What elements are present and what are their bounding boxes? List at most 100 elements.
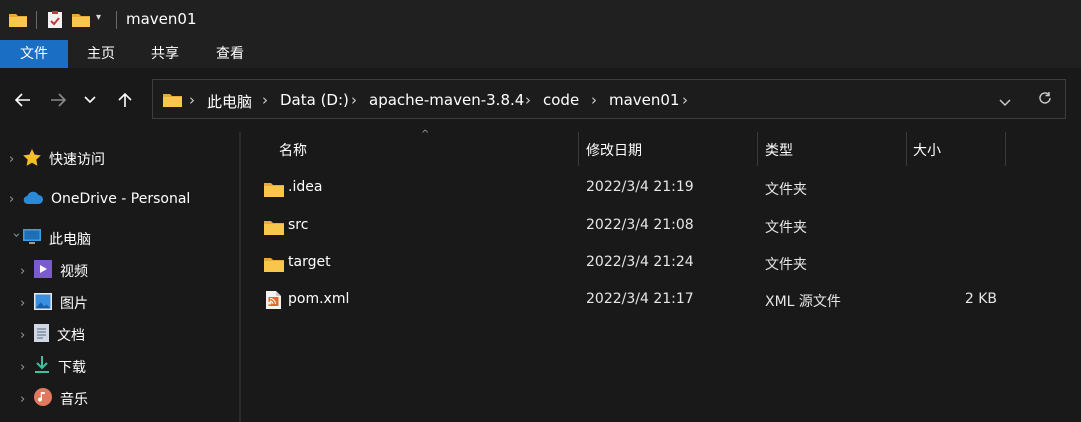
column-header-type[interactable]: 类型 xyxy=(765,140,793,160)
star-icon xyxy=(23,148,41,170)
tab-view[interactable]: 查看 xyxy=(205,40,255,68)
file-name: src xyxy=(288,217,309,233)
sidebar-item-videos[interactable]: › 视频 xyxy=(20,256,88,286)
sidebar-item-documents[interactable]: › 文档 xyxy=(20,320,85,350)
file-row-src[interactable]: src 2022/3/4 21:08 文件夹 xyxy=(241,208,1081,244)
xml-file-icon xyxy=(266,291,281,309)
sidebar-item-pictures[interactable]: › 图片 xyxy=(20,288,88,318)
breadcrumb-separator: › xyxy=(262,91,268,109)
breadcrumb-maven01[interactable]: maven01 xyxy=(609,91,680,109)
breadcrumb-data-drive[interactable]: Data (D:) xyxy=(280,91,349,109)
file-row-target[interactable]: target 2022/3/4 21:24 文件夹 xyxy=(241,245,1081,281)
cloud-icon xyxy=(23,191,43,208)
arrow-left-icon xyxy=(15,93,30,107)
column-header-size[interactable]: 大小 xyxy=(913,140,941,160)
file-type: 文件夹 xyxy=(765,220,807,236)
sidebar-item-music[interactable]: › 音乐 xyxy=(20,384,88,414)
file-row-idea[interactable]: .idea 2022/3/4 21:19 文件夹 xyxy=(241,170,1081,206)
breadcrumb-code[interactable]: code xyxy=(543,91,579,109)
chevron-down-icon xyxy=(84,96,96,104)
properties-icon[interactable] xyxy=(47,11,63,33)
sidebar-item-label: 音乐 xyxy=(60,392,88,408)
up-button[interactable] xyxy=(113,88,137,112)
file-date: 2022/3/4 21:19 xyxy=(586,179,694,195)
refresh-icon xyxy=(1039,92,1051,104)
file-date: 2022/3/4 21:24 xyxy=(586,254,694,270)
chevron-right-icon[interactable]: › xyxy=(20,392,34,407)
chevron-down-icon[interactable]: › xyxy=(9,232,24,246)
column-divider[interactable] xyxy=(578,132,579,166)
folder-icon xyxy=(264,219,284,235)
video-icon xyxy=(34,260,52,282)
new-folder-icon[interactable] xyxy=(72,12,90,31)
document-icon xyxy=(34,324,49,346)
file-name: target xyxy=(288,254,331,270)
breadcrumb-separator: › xyxy=(682,91,688,109)
sidebar-item-label: OneDrive - Personal xyxy=(51,191,191,207)
file-list: ^ 名称 修改日期 类型 大小 .idea 2022/3/4 21:19 文件夹… xyxy=(241,129,1081,422)
window-title: maven01 xyxy=(126,10,197,28)
file-date: 2022/3/4 21:08 xyxy=(586,217,694,233)
chevron-right-icon[interactable]: › xyxy=(20,360,34,375)
file-row-pom[interactable]: pom.xml 2022/3/4 21:17 XML 源文件 2 KB xyxy=(241,282,1081,318)
chevron-down-icon xyxy=(999,99,1011,106)
file-type: 文件夹 xyxy=(765,257,807,273)
address-history-button[interactable] xyxy=(999,95,1011,111)
breadcrumb-separator: › xyxy=(525,91,531,109)
sidebar-item-label: 此电脑 xyxy=(49,232,91,248)
sidebar-item-label: 图片 xyxy=(60,296,88,312)
forward-button[interactable] xyxy=(46,88,70,112)
customize-toolbar-icon[interactable]: ▾ xyxy=(96,12,101,23)
toolbar-divider xyxy=(116,11,117,29)
breadcrumb-separator: › xyxy=(591,91,597,109)
sort-ascending-icon: ^ xyxy=(421,129,430,140)
sidebar-item-quick-access[interactable]: › 快速访问 xyxy=(9,144,105,174)
recent-locations-button[interactable] xyxy=(78,88,102,112)
back-button[interactable] xyxy=(11,88,35,112)
column-header-date[interactable]: 修改日期 xyxy=(586,140,642,160)
file-date: 2022/3/4 21:17 xyxy=(586,291,694,307)
picture-icon xyxy=(34,292,52,314)
chevron-right-icon[interactable]: › xyxy=(20,328,34,343)
folder-icon xyxy=(9,12,27,31)
sidebar-item-onedrive[interactable]: › OneDrive - Personal xyxy=(9,184,190,214)
address-bar[interactable]: › 此电脑 › Data (D:) › apache-maven-3.8.4 ›… xyxy=(152,79,1066,119)
file-size: 2 KB xyxy=(964,291,997,307)
tab-home[interactable]: 主页 xyxy=(76,40,126,68)
file-name: pom.xml xyxy=(288,291,350,307)
navigation-bar: › 此电脑 › Data (D:) › apache-maven-3.8.4 ›… xyxy=(0,68,1081,132)
chevron-right-icon[interactable]: › xyxy=(20,296,34,311)
folder-icon xyxy=(163,92,182,111)
arrow-right-icon xyxy=(51,93,66,107)
breadcrumb-separator: › xyxy=(189,91,195,109)
refresh-button[interactable] xyxy=(1038,91,1052,109)
sidebar-item-downloads[interactable]: › 下载 xyxy=(20,352,86,382)
music-icon xyxy=(34,388,52,410)
sidebar-item-label: 快速访问 xyxy=(49,152,105,168)
tab-share[interactable]: 共享 xyxy=(140,40,190,68)
file-name: .idea xyxy=(288,179,323,195)
column-divider[interactable] xyxy=(757,132,758,166)
folder-icon xyxy=(264,256,284,272)
column-header-name[interactable]: 名称 xyxy=(279,140,307,160)
file-type: 文件夹 xyxy=(765,182,807,198)
column-divider[interactable] xyxy=(1005,132,1006,166)
sidebar-item-label: 文档 xyxy=(57,328,85,344)
sidebar-item-this-pc[interactable]: › 此电脑 xyxy=(9,224,91,254)
column-divider[interactable] xyxy=(906,132,907,166)
breadcrumb-separator: › xyxy=(351,91,357,109)
title-bar: ▾ maven01 xyxy=(0,0,1081,40)
navigation-pane: › 快速访问 › OneDrive - Personal › 此电脑 › 视频 … xyxy=(0,132,239,422)
ribbon-tabs: 文件 主页 共享 查看 xyxy=(0,40,1081,68)
chevron-right-icon[interactable]: › xyxy=(9,192,23,207)
chevron-right-icon[interactable]: › xyxy=(9,152,23,167)
tab-file[interactable]: 文件 xyxy=(0,40,68,68)
breadcrumb-this-pc[interactable]: 此电脑 xyxy=(207,91,252,112)
download-icon xyxy=(34,356,50,378)
sidebar-item-label: 视频 xyxy=(60,264,88,280)
file-type: XML 源文件 xyxy=(765,294,841,310)
arrow-up-icon xyxy=(118,92,132,107)
chevron-right-icon[interactable]: › xyxy=(20,264,34,279)
breadcrumb-apache-maven[interactable]: apache-maven-3.8.4 xyxy=(369,91,524,109)
sidebar-item-label: 下载 xyxy=(58,360,86,376)
